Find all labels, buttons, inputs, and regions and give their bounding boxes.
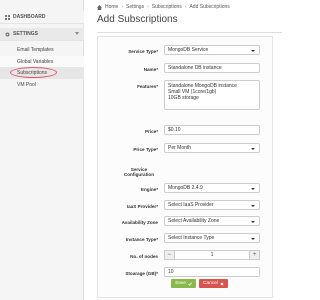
features-line: 10GB storage [168,95,199,101]
nodes-stepper: − 1 + [164,250,260,260]
price-input[interactable]: $0.10 [164,125,260,135]
breadcrumb-subscriptions[interactable]: Subscriptions [152,4,182,10]
service-configuration-line2: Configuration [123,172,154,177]
sidebar: DASHBOARD SETTINGS Email Templates Globa… [0,0,84,300]
iaas-provider-label: IaaS Provider* [126,204,158,209]
chevron-down-icon [75,32,79,35]
storage-label: Stoarage (GB)* [125,271,158,276]
breadcrumb-settings[interactable]: Settings [126,4,144,10]
breadcrumb-separator-icon: › [184,4,187,10]
sidebar-item-vm-pool[interactable]: VM Pool [0,79,84,91]
breadcrumb-separator-icon: › [121,4,124,10]
instance-type-label: Instance Type* [125,237,158,242]
divider [97,32,282,33]
decrement-button[interactable]: − [164,250,175,260]
availability-zone-select[interactable]: Select Availability Zone [164,216,260,226]
page-title: Add Subscriptions [97,14,178,25]
service-type-label: Service Type* [128,49,158,54]
cancel-button-label: Cancel [202,281,218,286]
add-subscription-form: Service Type* MongoDB Service Name* Stan… [97,36,273,298]
features-label: Features* [137,84,158,89]
engine-select[interactable]: MongoDB 2.4.9 [164,183,260,193]
sidebar-item-settings[interactable]: SETTINGS [0,28,84,41]
breadcrumb: Home › Settings › Subscriptions › Add Su… [97,4,230,10]
cancel-button[interactable]: Cancel [198,279,228,288]
storage-input[interactable]: 10 [164,267,260,277]
close-icon [220,282,224,285]
iaas-provider-select[interactable]: Select IaaS Provider [164,200,260,210]
highlight-annotation [10,67,57,78]
service-type-select[interactable]: MongoDB Service [164,45,260,55]
main-content: Home › Settings › Subscriptions › Add Su… [85,0,282,300]
breadcrumb-current: Add Subscriptions [189,4,230,10]
sidebar-item-label: VM Pool [17,82,36,88]
service-configuration-heading: Service Configuration [124,167,154,177]
sidebar-item-label: Global Variables [17,59,54,65]
price-type-label: Price Type* [133,147,158,152]
save-button[interactable]: Save [171,279,196,288]
increment-button[interactable]: + [249,250,260,260]
sidebar-item-label: SETTINGS [13,31,39,37]
breadcrumb-home[interactable]: Home [105,4,118,10]
check-icon [188,282,192,286]
form-actions: Save Cancel [171,279,228,288]
sidebar-item-email-templates[interactable]: Email Templates [0,44,84,56]
save-button-label: Save [175,281,186,286]
nodes-input[interactable]: 1 [175,250,249,260]
features-textarea[interactable]: Standalone MongoDB instance Small VM (1c… [164,80,260,110]
price-label: Price* [144,129,158,134]
nodes-label: No. of nodes [130,254,158,259]
dashboard-icon [5,14,10,20]
name-label: Name* [143,67,158,72]
instance-type-select[interactable]: Select Instance Type [164,233,260,243]
breadcrumb-separator-icon: › [147,4,149,10]
engine-label: Engine* [140,187,158,192]
gear-icon [5,32,10,36]
sidebar-item-dashboard[interactable]: DASHBOARD [0,11,84,24]
name-input[interactable]: Standalone DB instance [164,63,260,73]
price-type-select[interactable]: Per Month [164,143,260,153]
availability-zone-label: Availability Zone [121,220,158,225]
sidebar-item-label: Email Templates [17,47,54,53]
sidebar-item-label: DASHBOARD [13,14,46,20]
home-icon [97,4,102,10]
